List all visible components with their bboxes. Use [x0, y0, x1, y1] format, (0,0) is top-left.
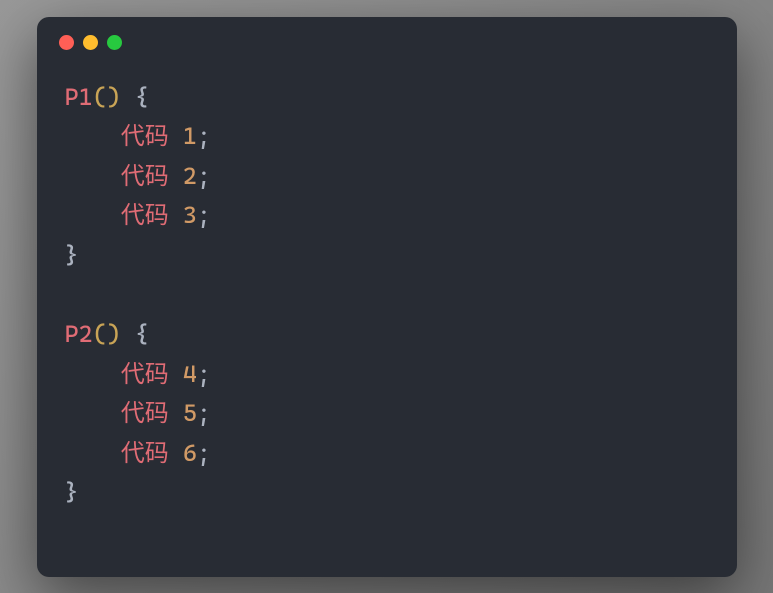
code-word: 代码: [121, 439, 169, 467]
code-line: }: [65, 473, 709, 513]
code-line: 代码 5;: [65, 394, 709, 434]
function-name: P2: [65, 320, 93, 348]
code-line: 代码 2;: [65, 157, 709, 197]
code-window: P1() { 代码 1; 代码 2; 代码 3; } P2() { 代码 4; …: [37, 17, 737, 577]
indent: [65, 201, 121, 229]
semicolon: ;: [197, 162, 211, 190]
maximize-icon[interactable]: [107, 35, 122, 50]
code-word: 代码: [121, 122, 169, 150]
semicolon: ;: [197, 399, 211, 427]
indent: [65, 360, 121, 388]
code-line: P1() {: [65, 78, 709, 118]
code-number: 6: [183, 439, 197, 467]
code-line: P2() {: [65, 315, 709, 355]
code-line: 代码 3;: [65, 196, 709, 236]
open-brace: {: [135, 83, 149, 111]
semicolon: ;: [197, 201, 211, 229]
code-number: 1: [183, 122, 197, 150]
window-titlebar: [37, 17, 737, 58]
code-number: 2: [183, 162, 197, 190]
close-icon[interactable]: [59, 35, 74, 50]
code-word: 代码: [121, 162, 169, 190]
code-number: 5: [183, 399, 197, 427]
code-number: 3: [183, 201, 197, 229]
space: [169, 399, 183, 427]
close-paren: ): [107, 83, 121, 111]
semicolon: ;: [197, 439, 211, 467]
space: [169, 439, 183, 467]
semicolon: ;: [197, 360, 211, 388]
close-brace: }: [65, 478, 79, 506]
code-line: 代码 6;: [65, 434, 709, 474]
minimize-icon[interactable]: [83, 35, 98, 50]
code-word: 代码: [121, 399, 169, 427]
blank-line: [65, 275, 709, 315]
indent: [65, 439, 121, 467]
open-brace: {: [135, 320, 149, 348]
space: [169, 360, 183, 388]
code-word: 代码: [121, 201, 169, 229]
code-line: 代码 1;: [65, 117, 709, 157]
code-line: 代码 4;: [65, 355, 709, 395]
space: [169, 162, 183, 190]
indent: [65, 399, 121, 427]
space: [169, 122, 183, 150]
code-block: P1() { 代码 1; 代码 2; 代码 3; } P2() { 代码 4; …: [37, 58, 737, 534]
open-paren: (: [93, 83, 107, 111]
indent: [65, 162, 121, 190]
code-word: 代码: [121, 360, 169, 388]
indent: [65, 122, 121, 150]
space: [169, 201, 183, 229]
open-paren: (: [93, 320, 107, 348]
semicolon: ;: [197, 122, 211, 150]
close-paren: ): [107, 320, 121, 348]
code-number: 4: [183, 360, 197, 388]
function-name: P1: [65, 83, 93, 111]
code-line: }: [65, 236, 709, 276]
close-brace: }: [65, 241, 79, 269]
